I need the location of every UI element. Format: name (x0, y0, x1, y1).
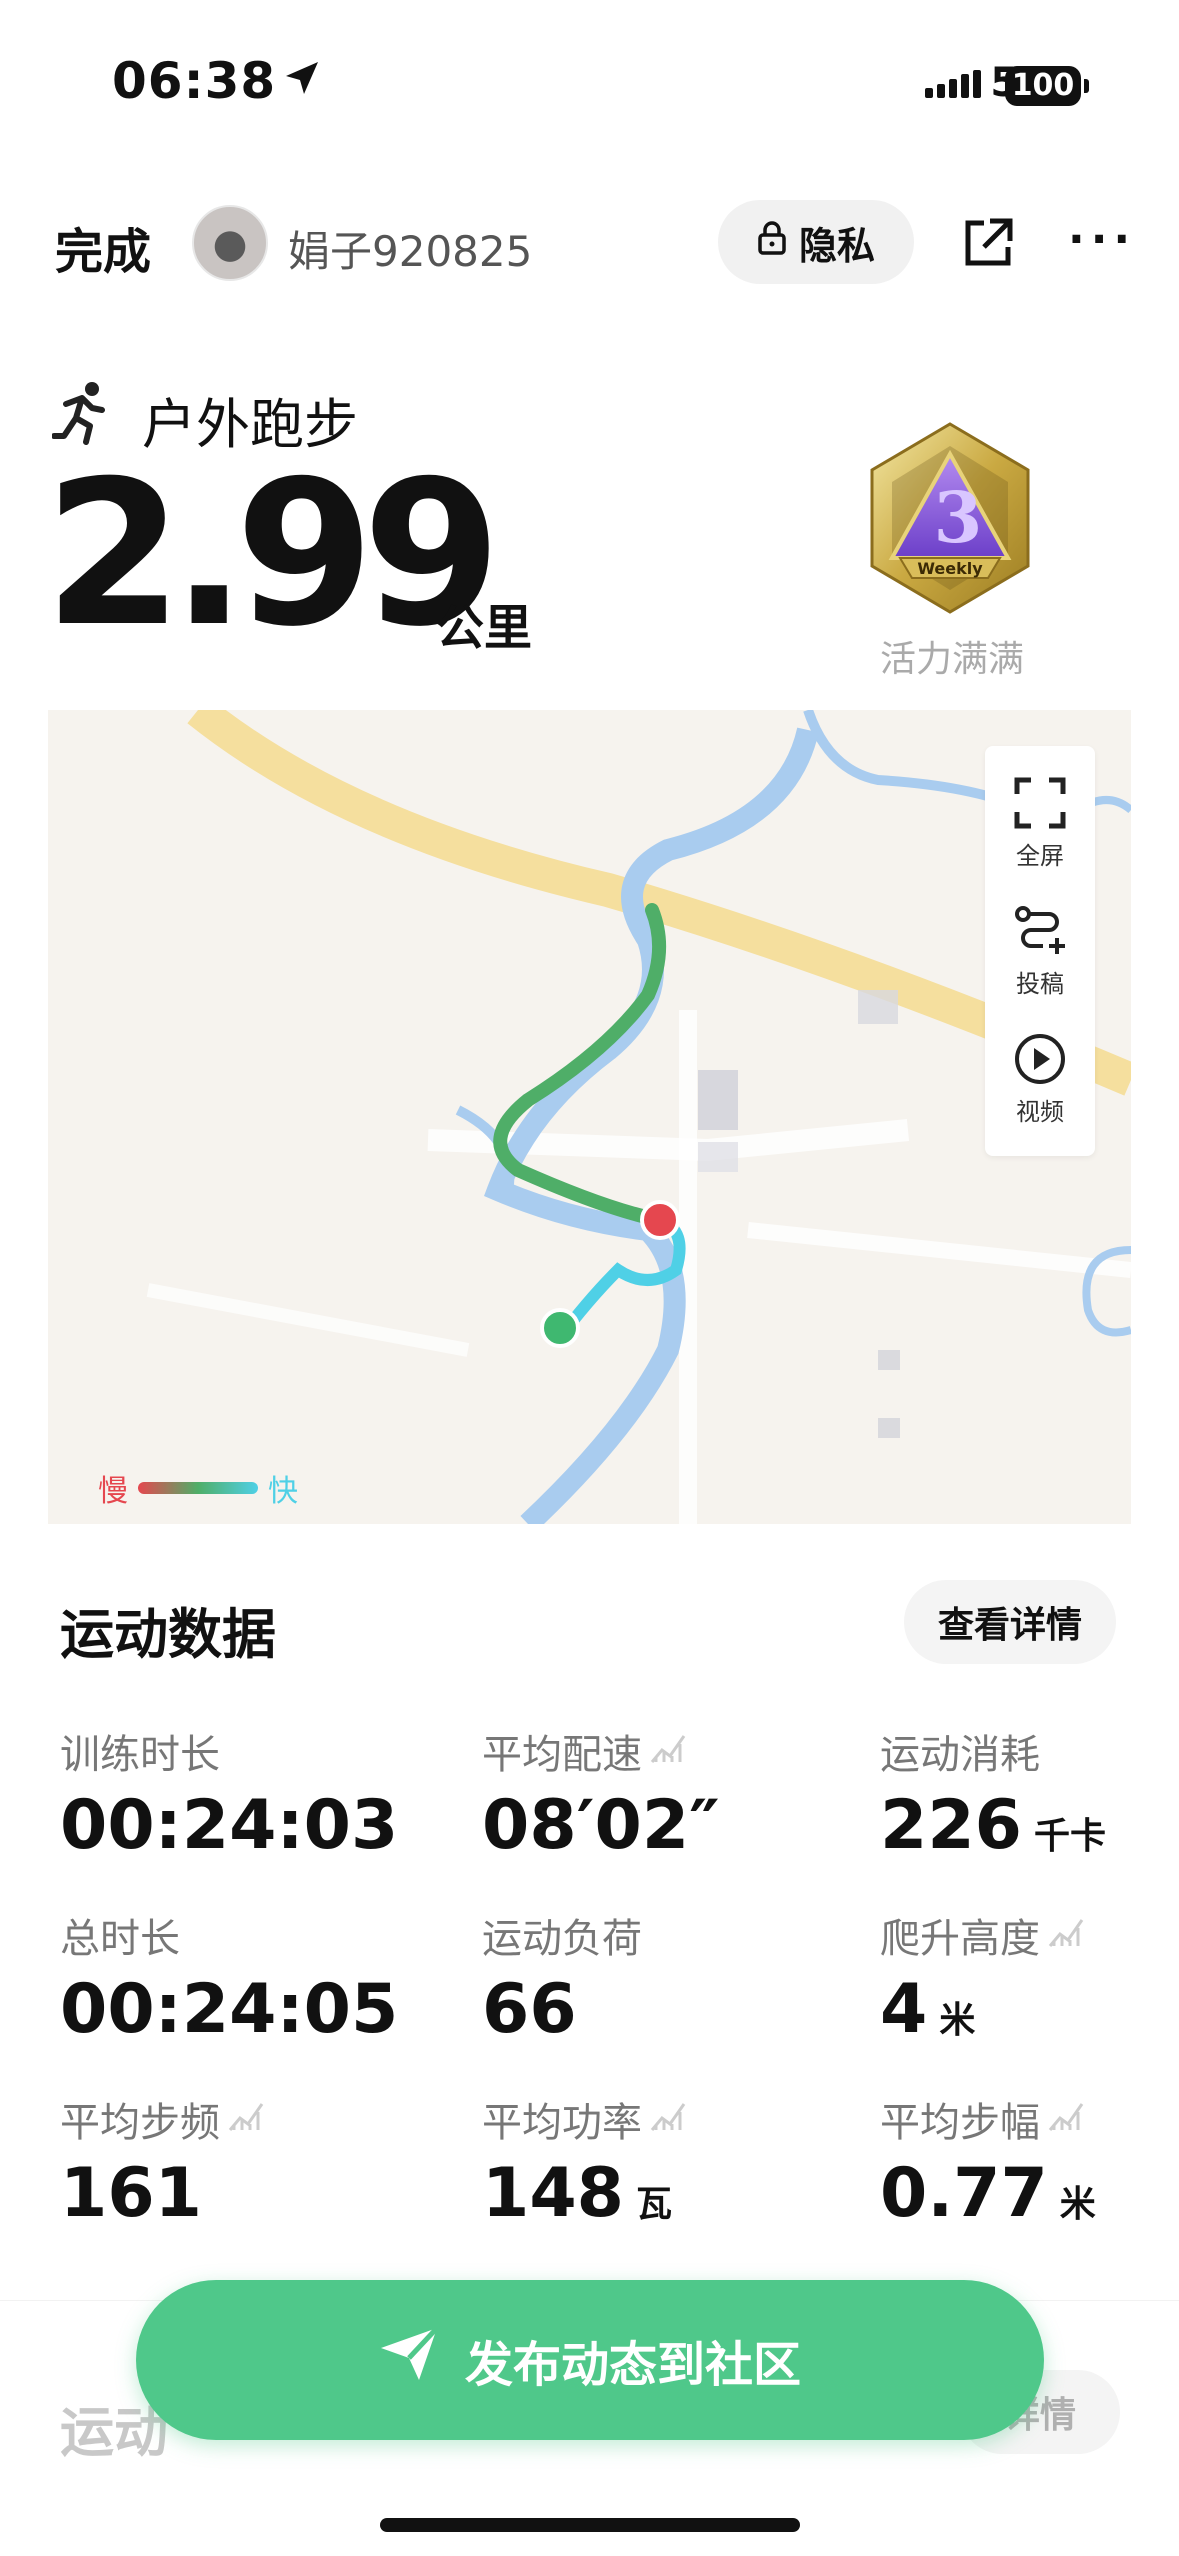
stat-label: 运动消耗 (880, 1732, 1040, 1778)
fullscreen-label: 全屏 (1016, 842, 1064, 870)
stat-label: 总时长 (60, 1916, 180, 1962)
stat-total-duration: 总时长 00:24:05 (60, 1906, 398, 2049)
stat-value: 66 (482, 1970, 577, 2049)
stat-unit: 米 (939, 2000, 976, 2041)
video-tool[interactable]: 视频 (985, 1032, 1095, 1127)
pace-legend: 慢 快 (98, 1466, 298, 1510)
privacy-button[interactable]: 隐私 (718, 200, 914, 284)
submit-tool[interactable]: 投稿 (985, 904, 1095, 999)
stat-label: 平均配速 (482, 1732, 642, 1778)
avatar[interactable] (192, 205, 268, 281)
map-toolbar: 全屏 投稿 视频 (985, 746, 1095, 1156)
stat-label: 训练时长 (60, 1732, 220, 1778)
publish-label: 发布动态到社区 (464, 2337, 801, 2393)
stat-value: 00:24:03 (60, 1786, 399, 1865)
send-icon (379, 2326, 439, 2394)
view-details-button[interactable]: 查看详情 (904, 1580, 1116, 1664)
more-icon[interactable]: ··· (1068, 218, 1136, 262)
status-time: 06:38 (112, 52, 277, 110)
medal-label: 活力满满 (880, 639, 1025, 680)
stat-value: 148 (482, 2154, 624, 2233)
stat-unit: 米 (1059, 2184, 1096, 2225)
location-arrow-icon (282, 58, 322, 102)
home-indicator[interactable] (380, 2518, 800, 2532)
chart-icon (1048, 1912, 1086, 1958)
chart-icon (228, 2096, 266, 2142)
legend-fast: 快 (268, 1474, 298, 1509)
stat-label: 平均功率 (482, 2100, 642, 2146)
chart-icon (650, 2096, 688, 2142)
stat-stride[interactable]: 平均步幅 0.77 米 (880, 2090, 1096, 2233)
play-icon (1013, 1034, 1067, 1092)
stat-load: 运动负荷 66 (482, 1906, 642, 2049)
video-label: 视频 (1016, 1098, 1064, 1126)
stat-training-duration: 训练时长 00:24:03 (60, 1722, 398, 1865)
stat-value: 161 (60, 2154, 202, 2233)
svg-text:3: 3 (934, 476, 983, 559)
weekly-medal-icon[interactable]: 3 Weekly (860, 420, 1040, 624)
stat-unit: 瓦 (635, 2184, 672, 2225)
chart-icon (1048, 2096, 1086, 2142)
stat-avg-pace[interactable]: 平均配速 08′02″ (482, 1722, 720, 1865)
stat-value: 226 (880, 1786, 1022, 1865)
battery-indicator: 100 (1005, 66, 1089, 106)
stat-label: 运动负荷 (482, 1916, 642, 1962)
username[interactable]: 娟子920825 (288, 218, 532, 279)
distance-unit: 公里 (436, 600, 533, 656)
share-icon[interactable] (960, 215, 1016, 275)
stat-label: 平均步幅 (880, 2100, 1040, 2146)
publish-to-community-button[interactable]: 发布动态到社区 (136, 2280, 1044, 2440)
chart-icon (650, 1728, 688, 1774)
signal-icon (925, 70, 989, 110)
pace-gradient-bar (138, 1482, 258, 1494)
svg-text:Weekly: Weekly (917, 559, 983, 578)
map-canvas (146, 710, 1131, 1524)
legend-slow: 慢 (98, 1474, 128, 1509)
stats-title: 运动数据 (60, 1603, 276, 1666)
stat-value: 0.77 (880, 2154, 1048, 2233)
stat-elevation[interactable]: 爬升高度 4米 (880, 1906, 1086, 2049)
stat-label: 平均步频 (60, 2100, 220, 2146)
fullscreen-icon (1013, 777, 1067, 836)
stat-value: 08′02″ (482, 1786, 720, 1865)
fullscreen-tool[interactable]: 全屏 (985, 776, 1095, 871)
distance-value: 2.99 (44, 438, 501, 671)
privacy-label: 隐私 (798, 223, 875, 268)
stat-label: 爬升高度 (880, 1916, 1040, 1962)
stat-value: 4 (880, 1970, 928, 2049)
done-button[interactable]: 完成 (55, 212, 151, 282)
route-edit-icon (1013, 906, 1067, 964)
stat-power[interactable]: 平均功率 148 瓦 (482, 2090, 688, 2233)
submit-label: 投稿 (1016, 970, 1064, 998)
stat-calories: 运动消耗 226 千卡 (880, 1722, 1106, 1865)
stat-unit: 千卡 (1033, 1816, 1106, 1857)
lock-icon (757, 220, 787, 264)
route-map[interactable]: 全屏 投稿 视频 慢 快 (48, 710, 1131, 1524)
stat-cadence[interactable]: 平均步频 161 (60, 2090, 266, 2233)
stat-value: 00:24:05 (60, 1970, 399, 2049)
